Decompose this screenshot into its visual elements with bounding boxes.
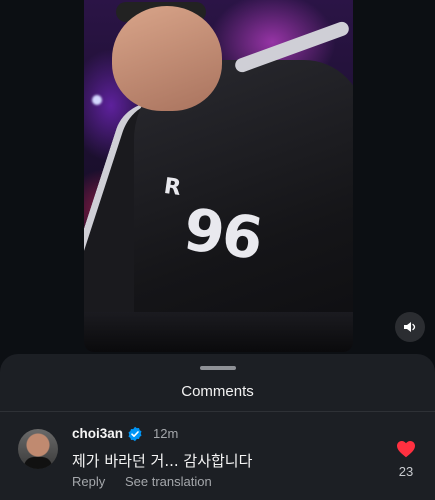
sheet-drag-handle[interactable] <box>200 366 236 370</box>
reel-video[interactable]: R 96 <box>84 0 353 352</box>
video-jersey-text: R <box>162 173 183 202</box>
reply-button[interactable]: Reply <box>72 474 105 489</box>
video-dj-console <box>84 312 353 352</box>
comments-title: Comments <box>181 383 254 400</box>
comments-sheet: Comments choi3an 12m 제가 바라던 거... 감사합니다 R… <box>0 354 435 500</box>
video-performer-head <box>112 6 222 111</box>
video-jersey-number: 96 <box>179 194 266 274</box>
verified-badge-icon <box>128 426 142 442</box>
speaker-icon <box>404 322 416 332</box>
comment-text: 제가 바라던 거... 감사합니다 <box>72 452 253 470</box>
avatar[interactable] <box>18 429 58 469</box>
heart-icon[interactable] <box>396 440 416 458</box>
see-translation-button[interactable]: See translation <box>125 474 212 489</box>
mute-button[interactable] <box>395 312 425 342</box>
stage-light <box>92 95 102 105</box>
like-count: 23 <box>398 464 414 479</box>
sheet-divider <box>0 411 435 412</box>
comment-timestamp: 12m <box>153 426 179 441</box>
avatar-shirt <box>24 457 52 469</box>
comment-username[interactable]: choi3an <box>72 426 123 441</box>
